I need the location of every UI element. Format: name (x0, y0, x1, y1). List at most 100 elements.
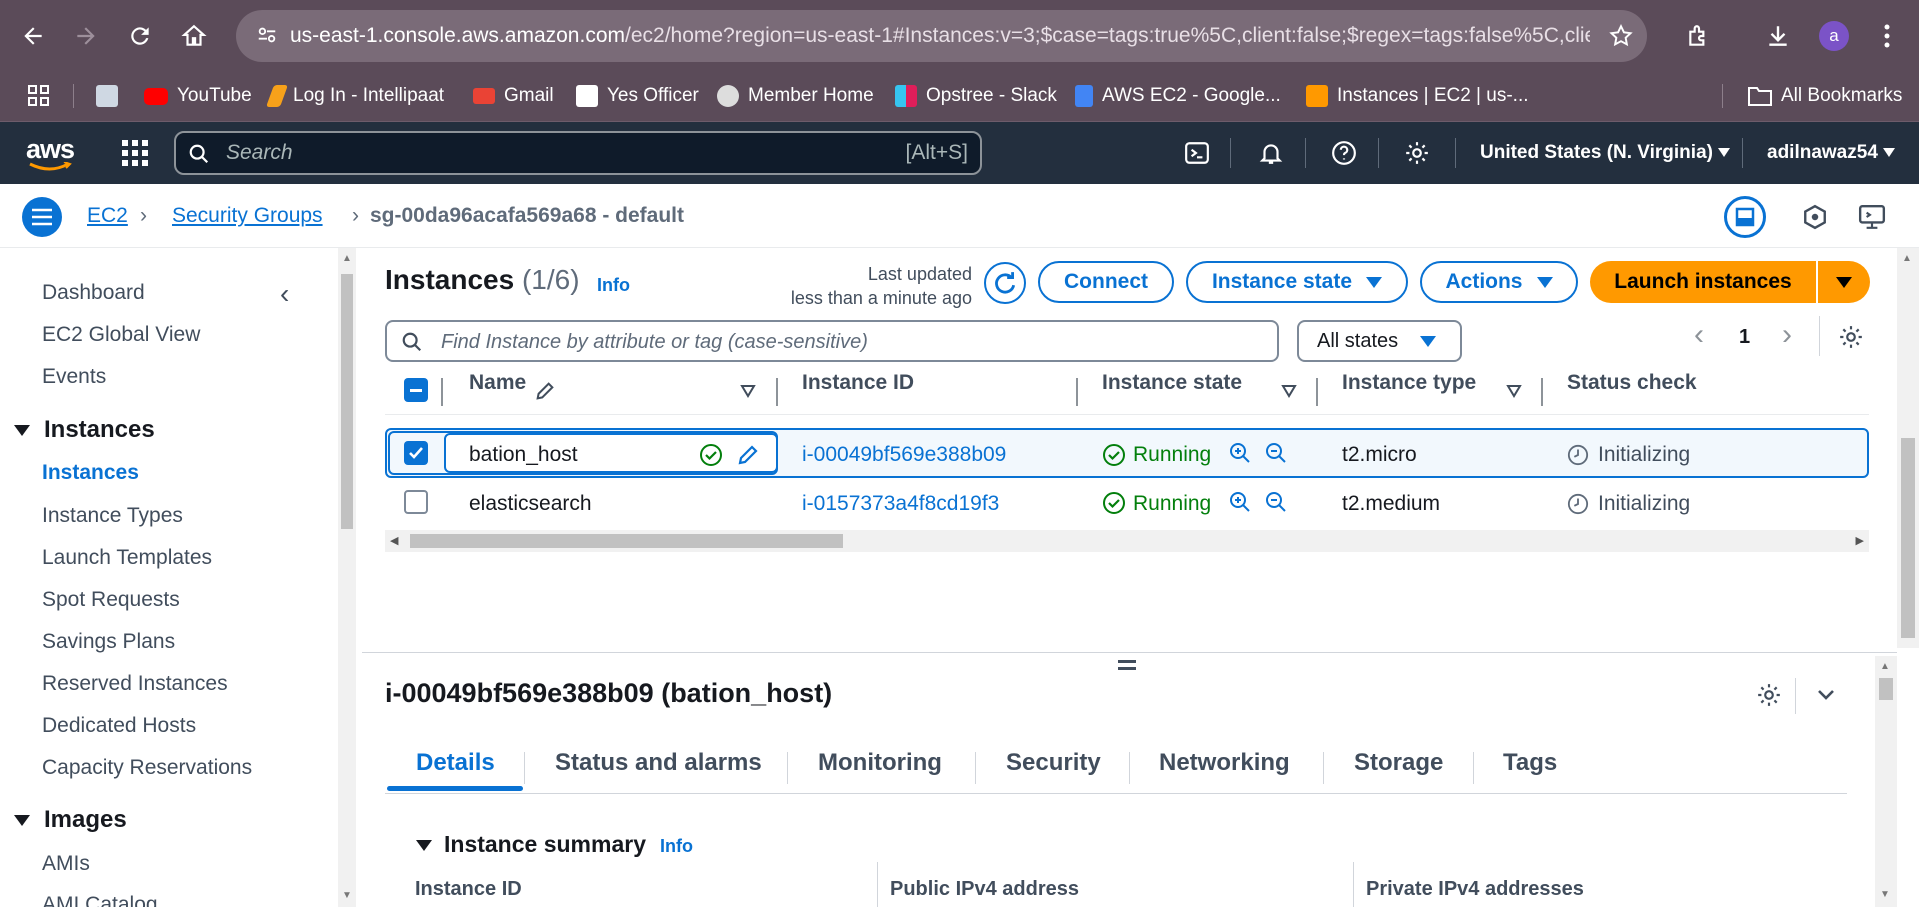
page-scrollbar[interactable]: ▲ (1897, 248, 1919, 648)
all-bookmarks[interactable]: All Bookmarks (1748, 78, 1902, 114)
edit-pencil-icon[interactable] (736, 443, 760, 472)
bookmark-instances-ec2[interactable]: Instances | EC2 | us-... (1306, 78, 1529, 114)
refresh-icon[interactable] (984, 262, 1026, 304)
column-header-instance-id[interactable]: Instance ID (802, 371, 914, 395)
settings-gear-icon[interactable] (1398, 134, 1436, 172)
sidebar-scrollbar[interactable]: ▲ ▼ (338, 248, 356, 907)
breadcrumb-security-groups[interactable]: Security Groups (172, 204, 323, 228)
bookmark-aws-ec2-doc[interactable]: AWS EC2 - Google... (1075, 78, 1281, 114)
prev-page-icon[interactable]: ‹ (1694, 318, 1704, 352)
sidebar-item-launch-templates[interactable]: Launch Templates (42, 546, 212, 570)
edit-pencil-icon[interactable] (534, 380, 556, 407)
zoom-out-icon[interactable] (1264, 490, 1288, 519)
table-preferences-icon[interactable] (1838, 324, 1864, 355)
split-panel-settings-icon[interactable] (1756, 682, 1782, 713)
home-icon[interactable] (176, 18, 212, 54)
column-header-name[interactable]: Name (469, 371, 526, 395)
bookmark-favicon-icon[interactable] (96, 78, 127, 114)
sidebar-item-dedicated-hosts[interactable]: Dedicated Hosts (42, 714, 196, 738)
bookmark-yes-officer[interactable]: Yes Officer (576, 78, 699, 114)
filter-icon[interactable] (1281, 384, 1297, 403)
connect-button[interactable]: Connect (1038, 261, 1174, 303)
tab-details[interactable]: Details (416, 749, 495, 777)
notifications-bell-icon[interactable] (1252, 134, 1290, 172)
sidebar-item-savings-plans[interactable]: Savings Plans (42, 630, 175, 654)
sort-icon[interactable] (740, 384, 756, 403)
page-number[interactable]: 1 (1739, 326, 1750, 349)
sidebar-item-ami-catalog[interactable]: AMI Catalog (42, 893, 158, 907)
apps-grid-icon[interactable] (28, 78, 50, 114)
horizontal-scrollbar[interactable]: ◀ ▶ (385, 530, 1869, 552)
account-menu[interactable]: adilnawaz54 (1767, 142, 1896, 164)
sidebar-section-instances[interactable]: Instances (14, 416, 155, 444)
resize-handle[interactable] (1118, 660, 1136, 670)
help-icon[interactable] (1325, 134, 1363, 172)
forward-icon[interactable] (68, 18, 104, 54)
services-grid-icon[interactable] (116, 134, 154, 172)
summary-info-link[interactable]: Info (660, 836, 693, 857)
confirm-check-icon[interactable] (699, 443, 723, 472)
instance-filter-input[interactable]: Find Instance by attribute or tag (case-… (385, 320, 1279, 362)
aws-search-input[interactable]: Search [Alt+S] (174, 131, 982, 175)
tab-tags[interactable]: Tags (1503, 749, 1557, 777)
sidebar-item-instances[interactable]: Instances (42, 461, 139, 485)
sidebar-item-amis[interactable]: AMIs (42, 852, 90, 876)
sidebar-item-instance-types[interactable]: Instance Types (42, 504, 183, 528)
row-checkbox[interactable] (404, 490, 428, 514)
site-settings-icon[interactable] (256, 24, 278, 52)
extensions-icon[interactable] (1681, 18, 1717, 54)
next-page-icon[interactable]: › (1782, 318, 1792, 352)
tab-networking[interactable]: Networking (1159, 749, 1290, 777)
states-select[interactable]: All states (1297, 320, 1462, 362)
tab-security[interactable]: Security (1006, 749, 1101, 777)
back-icon[interactable] (15, 18, 51, 54)
download-icon[interactable] (1760, 18, 1796, 54)
browser-menu-icon[interactable] (1869, 18, 1905, 54)
sidebar-item-ec2-global-view[interactable]: EC2 Global View (42, 323, 200, 347)
sidebar-item-reserved-instances[interactable]: Reserved Instances (42, 672, 228, 696)
sidebar-section-images[interactable]: Images (14, 806, 127, 834)
instance-id-link[interactable]: i-0157373a4f8cd19f3 (802, 492, 999, 516)
cloudshell-icon[interactable] (1178, 134, 1216, 172)
tab-monitoring[interactable]: Monitoring (818, 749, 942, 777)
reload-icon[interactable] (122, 18, 158, 54)
sidebar-item-dashboard[interactable]: Dashboard (42, 281, 145, 305)
address-bar[interactable]: us-east-1.console.aws.amazon.com/ec2/hom… (236, 10, 1647, 62)
bookmark-star-icon[interactable] (1608, 23, 1634, 55)
bookmark-slack[interactable]: Opstree - Slack (895, 78, 1057, 114)
region-selector[interactable]: United States (N. Virginia) (1480, 142, 1731, 164)
split-panel-icon[interactable] (1724, 196, 1766, 238)
notifications-panel-icon[interactable] (1802, 204, 1828, 235)
tools-panel-icon[interactable] (1858, 204, 1886, 235)
launch-instances-button[interactable]: Launch instances (1590, 261, 1816, 303)
tab-status-and-alarms[interactable]: Status and alarms (555, 749, 762, 777)
bookmark-youtube[interactable]: YouTube (144, 78, 252, 114)
instance-id-link[interactable]: i-00049bf569e388b09 (802, 443, 1006, 467)
aws-logo[interactable]: aws (26, 134, 75, 165)
bookmark-gmail[interactable]: Gmail (473, 78, 554, 114)
column-header-instance-state[interactable]: Instance state (1102, 371, 1242, 395)
zoom-out-icon[interactable] (1264, 441, 1288, 470)
sidebar-item-capacity-reservations[interactable]: Capacity Reservations (42, 756, 252, 780)
row-checkbox[interactable] (404, 441, 428, 465)
sidebar-item-spot-requests[interactable]: Spot Requests (42, 588, 180, 612)
instance-name[interactable]: bation_host (469, 443, 578, 467)
profile-avatar[interactable]: a (1819, 21, 1849, 51)
breadcrumb-ec2[interactable]: EC2 (87, 204, 128, 228)
column-header-status-check[interactable]: Status check (1567, 371, 1697, 395)
instance-name[interactable]: elasticsearch (469, 492, 592, 516)
zoom-in-icon[interactable] (1228, 490, 1252, 519)
tab-storage[interactable]: Storage (1354, 749, 1443, 777)
collapse-panel-chevron-icon[interactable] (1814, 682, 1838, 711)
side-nav-toggle-icon[interactable] (22, 197, 62, 237)
launch-dropdown-button[interactable] (1818, 261, 1870, 303)
column-header-instance-type[interactable]: Instance type (1342, 371, 1476, 395)
actions-button[interactable]: Actions (1420, 261, 1578, 303)
sidebar-item-events[interactable]: Events (42, 365, 106, 389)
collapse-sidebar-icon[interactable]: ‹ (280, 278, 289, 310)
select-all-checkbox[interactable] (404, 378, 428, 402)
split-panel-scrollbar[interactable]: ▲ ▼ (1875, 656, 1897, 907)
bookmark-member-home[interactable]: Member Home (717, 78, 874, 114)
info-link[interactable]: Info (597, 275, 630, 296)
bookmark-intellipaat[interactable]: Log In - Intellipaat (265, 78, 444, 114)
